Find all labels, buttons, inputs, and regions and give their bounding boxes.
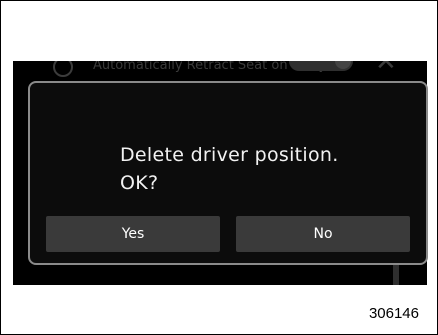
background-setting-row: Automatically Retract Seat on Entry ✕ bbox=[13, 61, 427, 83]
dialog-message-line2: OK? bbox=[120, 172, 159, 194]
no-button[interactable]: No bbox=[236, 216, 410, 252]
info-icon bbox=[53, 61, 73, 77]
background-toggle-switch bbox=[289, 61, 353, 71]
close-icon: ✕ bbox=[375, 61, 397, 77]
dialog-message-line1: Delete driver position. bbox=[120, 144, 339, 166]
figure-reference-number: 306146 bbox=[368, 305, 419, 322]
confirm-dialog: Delete driver position. OK? Yes No bbox=[28, 81, 428, 265]
dialog-message: Delete driver position. OK? bbox=[120, 141, 339, 197]
figure-frame: Automatically Retract Seat on Entry ✕ De… bbox=[0, 0, 438, 335]
toggle-knob bbox=[335, 61, 351, 69]
yes-button[interactable]: Yes bbox=[46, 216, 220, 252]
